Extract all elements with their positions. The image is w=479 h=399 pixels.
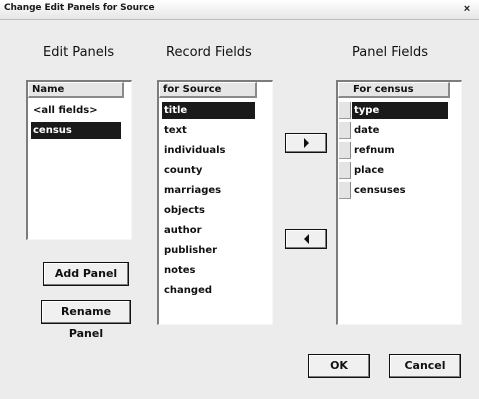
- row-handle[interactable]: [339, 102, 351, 119]
- row-handle[interactable]: [339, 142, 351, 159]
- panel-field-item[interactable]: refnum: [352, 142, 448, 159]
- edit-panels-list[interactable]: Name <all fields> census: [26, 80, 132, 240]
- add-panel-button[interactable]: Add Panel: [43, 262, 129, 286]
- record-field-item[interactable]: county: [162, 162, 255, 179]
- panel-field-item[interactable]: type: [352, 102, 448, 119]
- panel-fields-column-header[interactable]: For census: [338, 82, 450, 98]
- record-fields-column-header[interactable]: for Source: [159, 82, 257, 98]
- record-field-item[interactable]: individuals: [162, 142, 255, 159]
- edit-panels-heading: Edit Panels: [43, 45, 115, 60]
- panel-fields-heading: Panel Fields: [352, 45, 428, 60]
- panel-field-item[interactable]: date: [352, 122, 448, 139]
- cancel-button[interactable]: Cancel: [389, 354, 461, 378]
- edit-panels-column-header[interactable]: Name: [28, 82, 124, 98]
- rename-panel-button[interactable]: Rename Panel: [41, 300, 131, 340]
- title-bar: Change Edit Panels for Source ×: [0, 0, 479, 20]
- record-field-item[interactable]: text: [162, 122, 255, 139]
- close-button[interactable]: ×: [459, 2, 475, 16]
- record-field-item[interactable]: notes: [162, 262, 255, 279]
- edit-panel-item-all-fields[interactable]: <all fields>: [31, 102, 121, 119]
- panel-field-item[interactable]: place: [352, 162, 448, 179]
- record-field-item[interactable]: objects: [162, 202, 255, 219]
- record-field-item[interactable]: marriages: [162, 182, 255, 199]
- edit-panel-item-census[interactable]: census: [31, 122, 121, 139]
- remove-field-button[interactable]: [285, 229, 327, 249]
- panel-field-item[interactable]: censuses: [352, 182, 448, 199]
- record-field-item[interactable]: publisher: [162, 242, 255, 259]
- panel-fields-list[interactable]: For census type date refnum place census…: [336, 80, 462, 325]
- triangle-right-icon: [303, 138, 309, 148]
- window-title: Change Edit Panels for Source: [4, 3, 155, 13]
- record-field-item[interactable]: author: [162, 222, 255, 239]
- record-field-item[interactable]: title: [162, 102, 255, 119]
- record-fields-heading: Record Fields: [166, 45, 252, 60]
- record-fields-list[interactable]: for Source title text individuals county…: [157, 80, 273, 325]
- ok-button[interactable]: OK: [308, 354, 370, 378]
- row-handle[interactable]: [339, 122, 351, 139]
- dialog-window: Change Edit Panels for Source × Edit Pan…: [0, 0, 479, 399]
- add-field-button[interactable]: [285, 133, 327, 153]
- row-handle[interactable]: [339, 182, 351, 199]
- row-handle[interactable]: [339, 162, 351, 179]
- record-field-item[interactable]: changed: [162, 282, 255, 299]
- triangle-left-icon: [303, 234, 309, 244]
